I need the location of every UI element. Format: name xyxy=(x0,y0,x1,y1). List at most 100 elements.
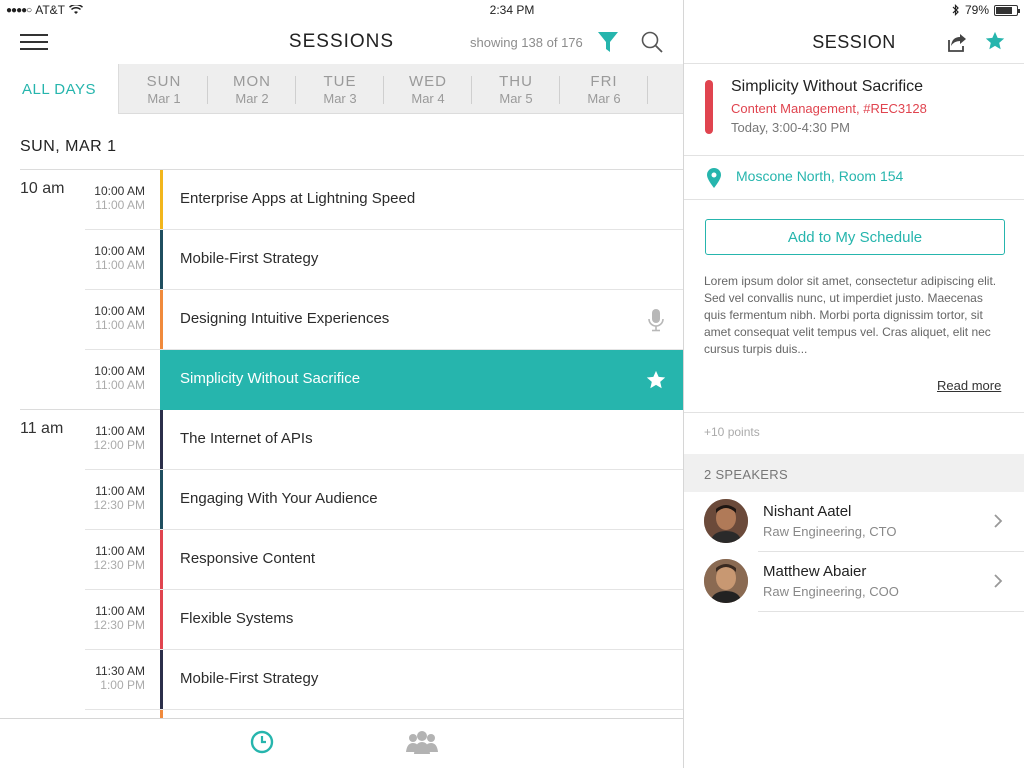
track-color-bar xyxy=(160,290,163,350)
tab-day-date: Mar 4 xyxy=(411,91,445,106)
points-label: +10 points xyxy=(704,425,760,439)
day-tabs: ALL DAYS SUN Mar 1 MON Mar 2 TUE Mar 3 W… xyxy=(0,64,683,114)
tab-day-fri[interactable]: FRI Mar 6 xyxy=(560,64,648,114)
session-location[interactable]: Moscone North, Room 154 xyxy=(684,156,1024,200)
session-end: 12:30 PM xyxy=(93,618,145,632)
microphone-icon xyxy=(648,309,664,332)
tab-day-name: TUE xyxy=(323,73,357,90)
session-row[interactable]: 10:00 AM 11:00 AM Designing Intuitive Ex… xyxy=(85,290,683,350)
tab-day-name: THU xyxy=(499,73,533,90)
hour-label: 10 am xyxy=(20,180,65,197)
session-title: The Internet of APIs xyxy=(180,430,313,447)
session-start: 10:00 AM xyxy=(94,304,145,318)
battery-icon xyxy=(994,4,1020,16)
speakers-count: 2 SPEAKERS xyxy=(704,467,788,482)
session-start: 11:30 AM xyxy=(95,664,145,678)
location-link[interactable]: Moscone North, Room 154 xyxy=(736,168,903,184)
date-header: SUN, MAR 1 xyxy=(20,138,117,155)
detail-navbar: SESSION xyxy=(684,20,1024,64)
bluetooth-icon xyxy=(952,4,959,16)
hour-label: 11 am xyxy=(20,420,64,437)
track-color-bar xyxy=(160,410,163,470)
speaker-row[interactable]: Nishant Aatel Raw Engineering, CTO xyxy=(684,492,1024,552)
add-to-schedule-button[interactable]: Add to My Schedule xyxy=(705,219,1005,255)
clock-icon[interactable] xyxy=(250,730,274,754)
tab-all-days[interactable]: ALL DAYS xyxy=(0,64,119,114)
tab-day-thu[interactable]: THU Mar 5 xyxy=(472,64,560,114)
tab-day-date: Mar 1 xyxy=(147,91,181,106)
session-title: Designing Intuitive Experiences xyxy=(180,310,390,327)
session-time: Today, 3:00-4:30 PM xyxy=(731,120,850,135)
tab-day-date: Mar 3 xyxy=(323,91,357,106)
tab-day-wed[interactable]: WED Mar 4 xyxy=(384,64,472,114)
session-times: 10:00 AM 11:00 AM xyxy=(85,304,145,332)
session-times: 11:00 AM 12:30 PM xyxy=(85,604,145,632)
session-end: 11:00 AM xyxy=(95,198,145,212)
share-icon[interactable] xyxy=(946,31,968,53)
speakers-header: 2 SPEAKERS xyxy=(684,454,1024,492)
session-start: 11:00 AM xyxy=(95,604,145,618)
search-icon[interactable] xyxy=(640,30,664,54)
session-end: 12:30 PM xyxy=(93,558,145,572)
session-row[interactable]: 10:00 AM 11:00 AM Enterprise Apps at Lig… xyxy=(85,170,683,230)
session-row[interactable]: 11:30 AM 1:00 PM Mobile-First Strategy xyxy=(85,650,683,710)
sessions-pane: SESSIONS showing 138 of 176 ALL DAYS SUN… xyxy=(0,20,683,768)
filter-icon[interactable] xyxy=(597,30,619,54)
session-start: 10:00 AM xyxy=(94,244,145,258)
tab-day-tue[interactable]: TUE Mar 3 xyxy=(296,64,384,114)
star-icon[interactable] xyxy=(984,30,1006,52)
session-title: Engaging With Your Audience xyxy=(180,490,378,507)
sessions-navbar: SESSIONS showing 138 of 176 xyxy=(0,20,683,64)
session-row[interactable]: 11:00 AM 12:30 PM Responsive Content xyxy=(85,530,683,590)
row-divider xyxy=(758,611,1024,612)
session-row[interactable]: 11:00 AM 12:30 PM Engaging With Your Aud… xyxy=(85,470,683,530)
session-times: 11:00 AM 12:00 PM xyxy=(85,424,145,452)
session-title: Mobile-First Strategy xyxy=(180,250,319,267)
session-row-selected[interactable]: 10:00 AM 11:00 AM Simplicity Without Sac… xyxy=(85,350,683,410)
session-detail-pane: SESSION Simplicity Without Sacrifice Con… xyxy=(684,20,1024,768)
track-color-bar xyxy=(160,530,163,590)
session-title: Flexible Systems xyxy=(180,610,294,627)
session-description: Lorem ipsum dolor sit amet, consectetur … xyxy=(704,274,997,356)
session-start: 11:00 AM xyxy=(95,484,145,498)
tab-day-sun[interactable]: SUN Mar 1 xyxy=(120,64,208,114)
session-end: 11:00 AM xyxy=(95,378,145,392)
tab-day-name: MON xyxy=(233,73,271,90)
read-more-link[interactable]: Read more xyxy=(937,378,1001,393)
session-title: Enterprise Apps at Lightning Speed xyxy=(180,190,416,207)
track-color-bar xyxy=(160,650,163,710)
session-row[interactable]: 11:00 AM 12:00 PM The Internet of APIs xyxy=(85,410,683,470)
session-end: 11:00 AM xyxy=(95,318,145,332)
session-list: 10 am 11 am 10:00 AM 11:00 AM Enterprise… xyxy=(0,170,683,718)
session-times: 10:00 AM 11:00 AM xyxy=(85,184,145,212)
session-title: Simplicity Without Sacrifice xyxy=(180,370,361,387)
session-start: 11:00 AM xyxy=(95,424,145,438)
status-right: 79% xyxy=(952,3,1020,17)
session-title: Mobile-First Strategy xyxy=(180,670,319,687)
battery-percent: 79% xyxy=(964,3,989,17)
session-times: 11:00 AM 12:30 PM xyxy=(85,484,145,512)
status-bar: ●●●●○ AT&T 2:34 PM 79% xyxy=(0,0,1024,20)
session-row[interactable]: 10:00 AM 11:00 AM Mobile-First Strategy xyxy=(85,230,683,290)
speaker-name: Nishant Aatel xyxy=(763,503,852,520)
status-time: 2:34 PM xyxy=(489,3,535,17)
session-start: 11:00 AM xyxy=(95,544,145,558)
avatar xyxy=(704,559,748,603)
session-end: 1:00 PM xyxy=(100,678,145,692)
speaker-row[interactable]: Matthew Abaier Raw Engineering, COO xyxy=(684,552,1024,612)
track-color-bar xyxy=(160,470,163,530)
tab-day-name: SUN xyxy=(146,73,182,90)
people-icon[interactable] xyxy=(406,730,438,754)
session-track[interactable]: Content Management, #REC3128 xyxy=(731,101,927,116)
session-row-partial[interactable] xyxy=(85,710,683,718)
track-color-bar xyxy=(160,170,163,230)
session-times: 10:00 AM 11:00 AM xyxy=(85,364,145,392)
tab-day-date: Mar 2 xyxy=(235,91,269,106)
session-start: 10:00 AM xyxy=(94,364,145,378)
session-times: 11:30 AM 1:00 PM xyxy=(85,664,145,692)
star-icon[interactable] xyxy=(645,368,667,392)
session-row[interactable]: 11:00 AM 12:30 PM Flexible Systems xyxy=(85,590,683,650)
session-title: Responsive Content xyxy=(180,550,316,567)
session-start: 10:00 AM xyxy=(94,184,145,198)
tab-day-mon[interactable]: MON Mar 2 xyxy=(208,64,296,114)
